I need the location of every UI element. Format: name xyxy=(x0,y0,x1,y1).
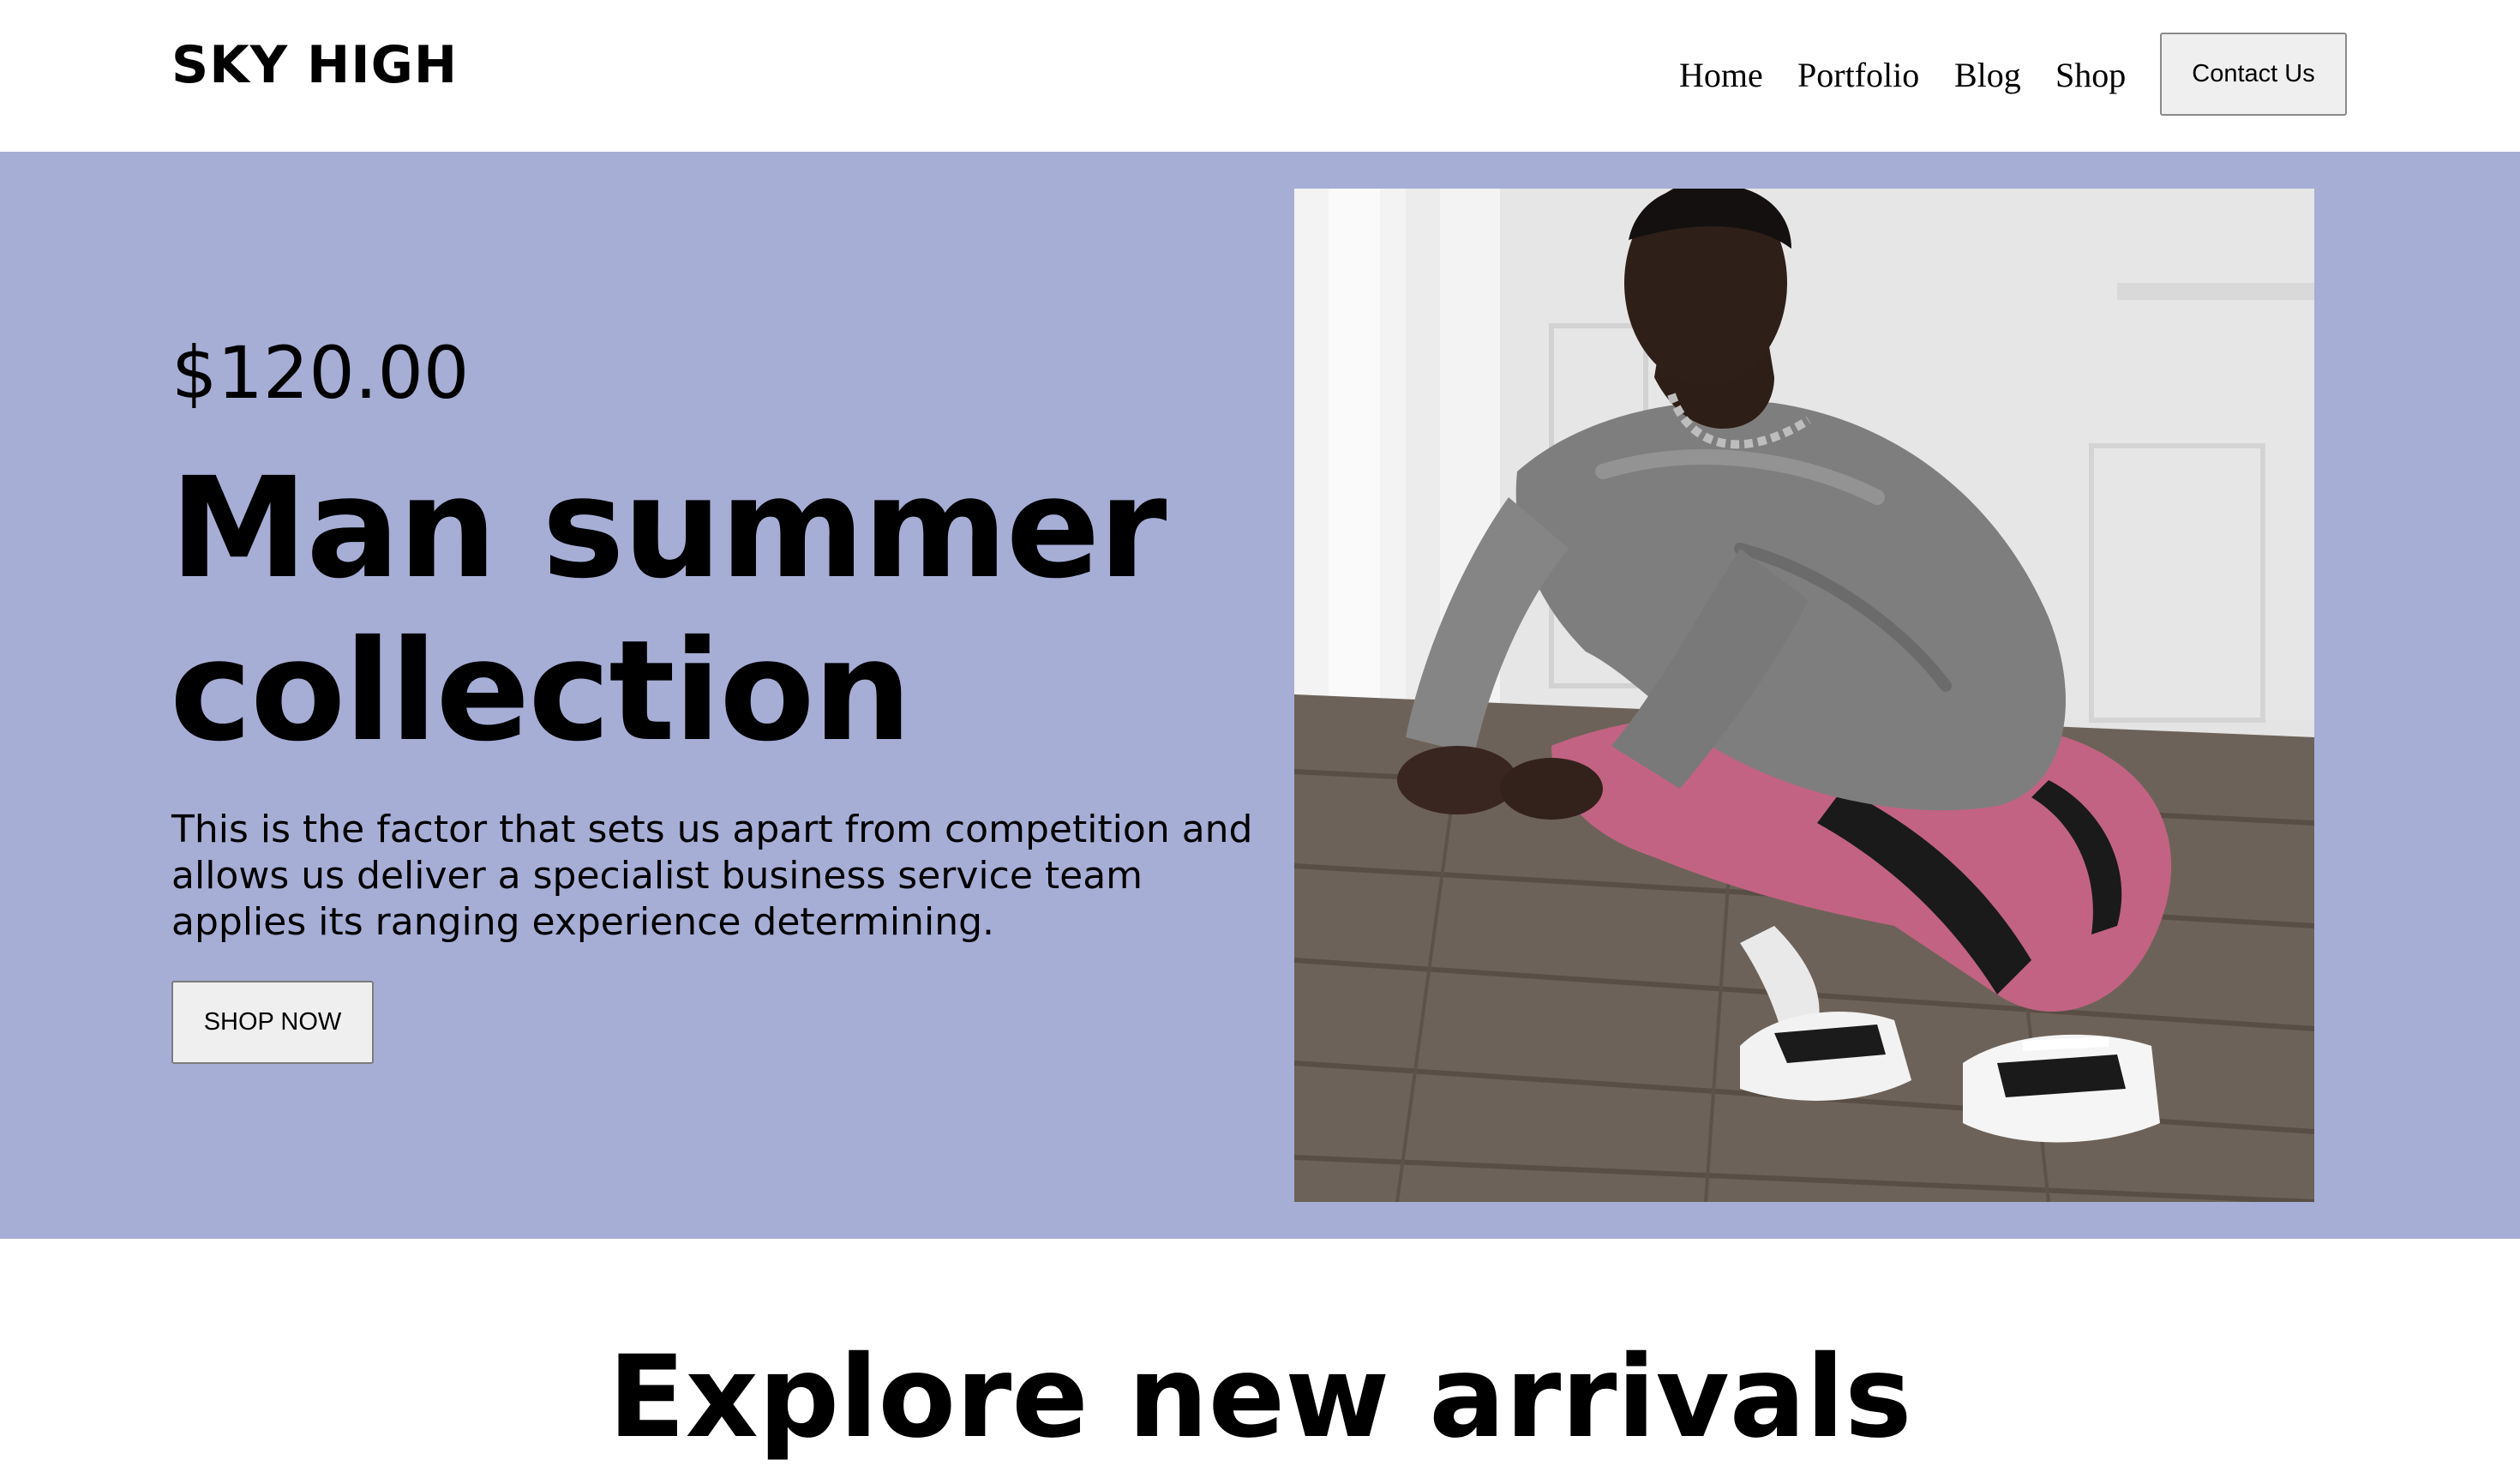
hero-description: This is the factor that sets us apart fr… xyxy=(171,808,1253,944)
nav-link-home[interactable]: Home xyxy=(1679,50,1763,101)
shop-now-button[interactable]: SHOP NOW xyxy=(171,981,374,1064)
nav-link-blog[interactable]: Blog xyxy=(1954,50,2021,101)
contact-us-button[interactable]: Contact Us xyxy=(2160,33,2347,116)
section-title: Explore new arrivals xyxy=(608,1331,1912,1463)
site-header: SKY HIGH Home Portfolio Blog Shop Contac… xyxy=(0,0,2520,152)
product-price: $120.00 xyxy=(171,331,470,415)
hero-product-image xyxy=(1294,189,2314,1202)
hero-section: $120.00 Man summer collection This is th… xyxy=(0,152,2520,1239)
nav-link-portfolio[interactable]: Portfolio xyxy=(1797,50,1919,101)
nav-link-shop[interactable]: Shop xyxy=(2055,50,2126,101)
brand-logo[interactable]: SKY HIGH xyxy=(171,31,458,99)
hero-title: Man summer collection xyxy=(170,448,1167,772)
